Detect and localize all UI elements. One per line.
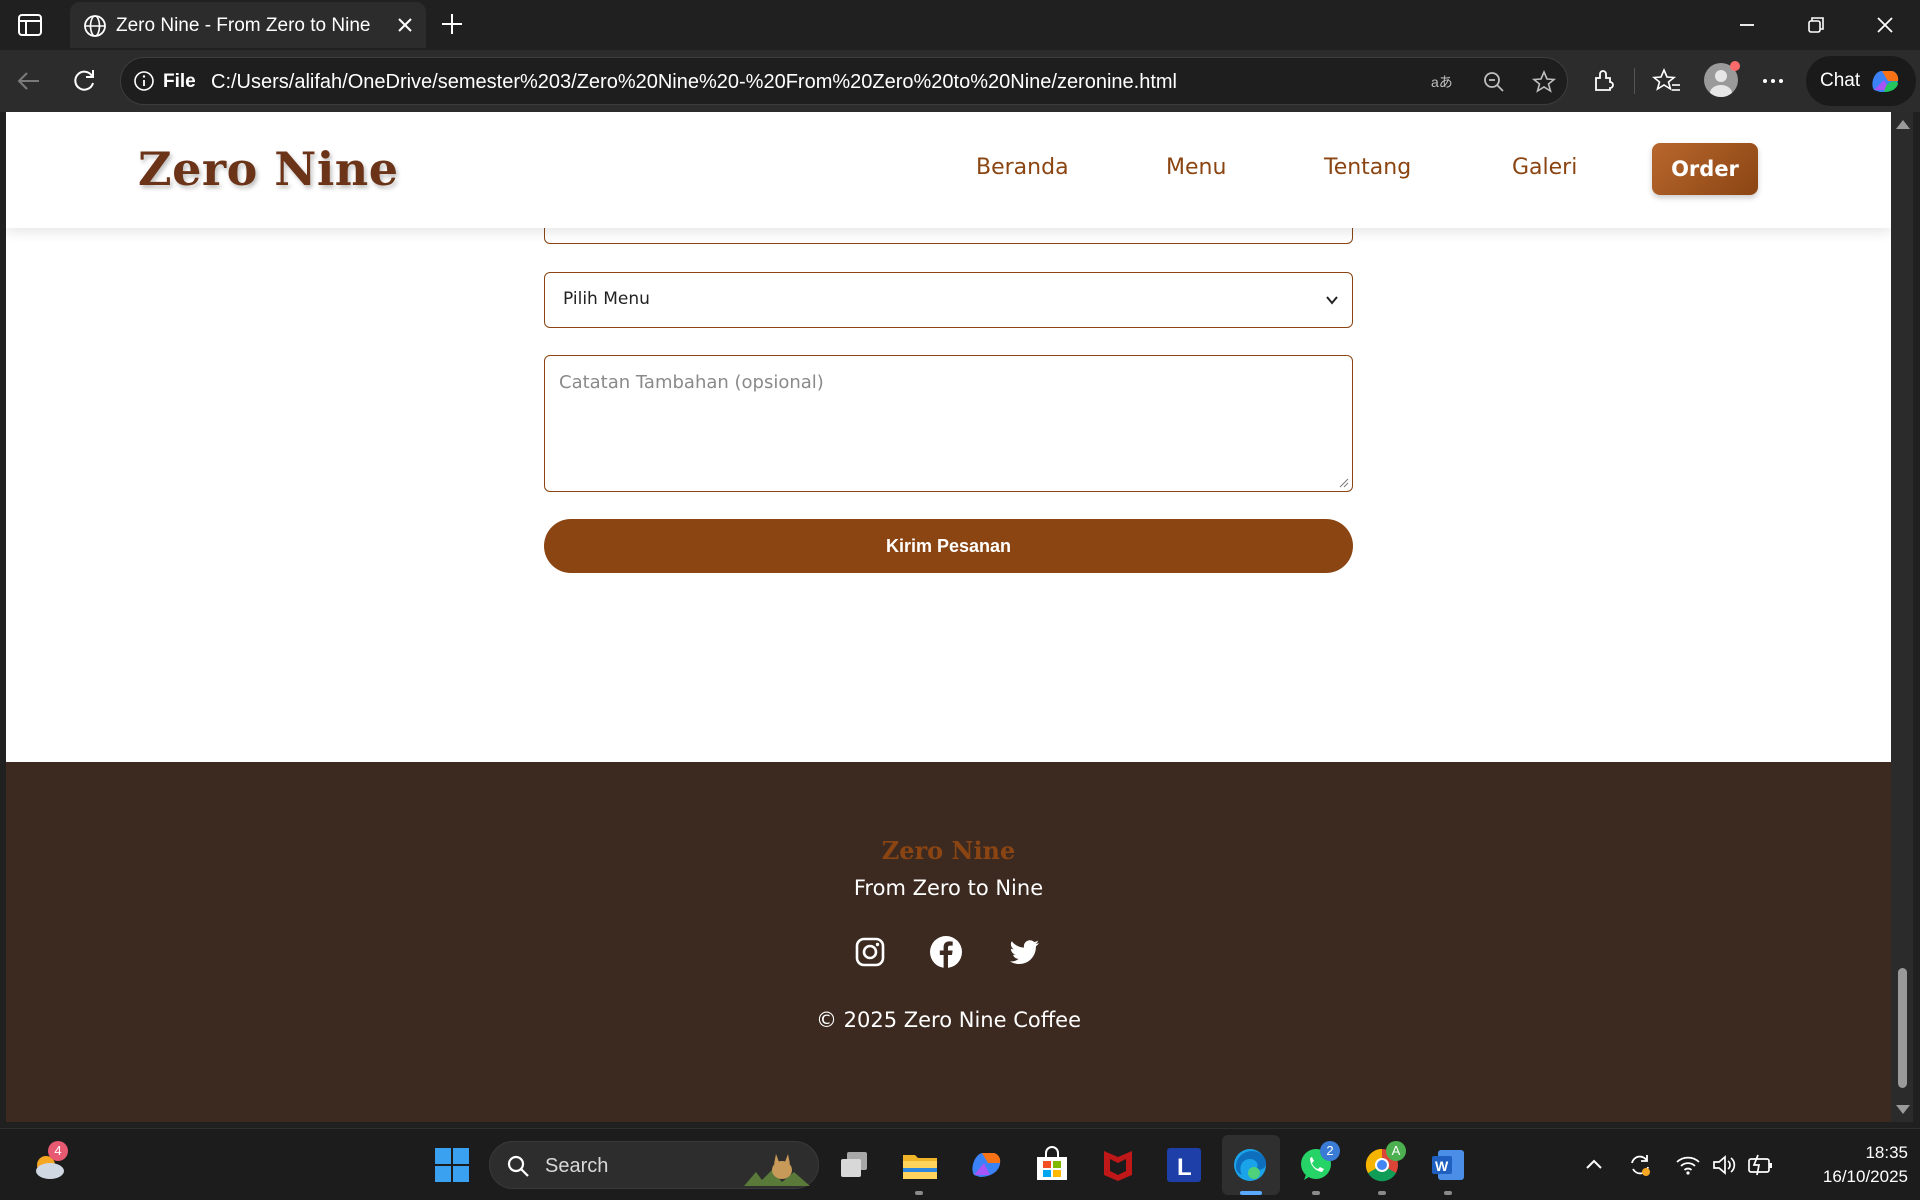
- chrome-running-indicator: [1378, 1191, 1386, 1195]
- file-explorer-icon[interactable]: [900, 1145, 940, 1185]
- footer-tagline: From Zero to Nine: [853, 876, 1044, 900]
- facebook-icon[interactable]: [928, 934, 964, 970]
- word-icon[interactable]: W: [1428, 1145, 1468, 1185]
- edge-browser-icon[interactable]: [1230, 1145, 1270, 1185]
- task-view-icon[interactable]: [834, 1145, 874, 1185]
- site-header: Zero Nine Beranda Menu Tentang Galeri Or…: [6, 112, 1891, 228]
- browser-tab-bar: Zero Nine - From Zero to Nine: [0, 0, 1920, 50]
- profile-notification-dot: [1730, 61, 1740, 71]
- windows-taskbar: 4 Search L 2 A W 18:35 16/10/2025: [0, 1128, 1920, 1200]
- copilot-app-icon[interactable]: [966, 1145, 1006, 1185]
- wifi-icon[interactable]: [1674, 1151, 1702, 1179]
- favorite-star-icon[interactable]: [1531, 69, 1557, 95]
- footer-copyright: © 2025 Zero Nine Coffee: [815, 1008, 1082, 1032]
- extensions-icon[interactable]: [1590, 66, 1620, 96]
- volume-icon[interactable]: [1710, 1151, 1738, 1179]
- address-scheme-label: File: [163, 71, 196, 92]
- page-scrollbar[interactable]: [1891, 112, 1913, 1122]
- more-options-icon[interactable]: [1758, 66, 1788, 96]
- scrollbar-thumb[interactable]: [1898, 968, 1907, 1088]
- refresh-icon[interactable]: [69, 66, 99, 96]
- zoom-out-icon[interactable]: [1481, 69, 1507, 95]
- minimize-icon[interactable]: [1734, 12, 1760, 38]
- browser-toolbar: File C:/Users/alifah/OneDrive/semester%2…: [0, 50, 1920, 112]
- new-tab-icon[interactable]: [440, 12, 464, 36]
- copilot-chat-button[interactable]: Chat: [1806, 56, 1916, 106]
- show-hidden-icons-chevron-icon[interactable]: [1580, 1151, 1608, 1179]
- nav-link-beranda[interactable]: Beranda: [976, 155, 1069, 180]
- browser-tab-active[interactable]: Zero Nine - From Zero to Nine: [70, 2, 426, 48]
- site-footer: Zero Nine From Zero to Nine © 2025 Zero …: [6, 762, 1891, 1122]
- address-bar[interactable]: File C:/Users/alifah/OneDrive/semester%2…: [120, 57, 1568, 105]
- taskbar-clock[interactable]: 18:35 16/10/2025: [1778, 1141, 1908, 1189]
- chevron-down-icon: [1326, 296, 1338, 305]
- footer-brand: Zero Nine: [881, 836, 1016, 865]
- page-viewport: Pilih Menu Catatan Tambahan (opsional) K…: [6, 112, 1891, 1122]
- resize-grip-icon[interactable]: [1337, 476, 1349, 488]
- word-running-indicator: [1444, 1191, 1452, 1195]
- instagram-icon[interactable]: [852, 934, 888, 970]
- restore-icon[interactable]: [1803, 12, 1829, 38]
- weather-badge: 4: [48, 1141, 68, 1161]
- tab-title: Zero Nine - From Zero to Nine: [116, 15, 371, 36]
- chat-label: Chat: [1820, 70, 1861, 91]
- battery-charging-icon[interactable]: [1746, 1151, 1774, 1179]
- info-icon[interactable]: [133, 70, 155, 92]
- nav-link-tentang[interactable]: Tentang: [1324, 155, 1411, 180]
- taskbar-search-box[interactable]: Search: [489, 1141, 819, 1189]
- tab-actions-icon[interactable]: [16, 12, 44, 38]
- scroll-up-arrow-icon[interactable]: [1896, 120, 1910, 129]
- nav-link-menu[interactable]: Menu: [1166, 155, 1226, 180]
- tab-close-icon[interactable]: [394, 14, 416, 36]
- mcafee-icon[interactable]: [1098, 1145, 1138, 1185]
- whatsapp-badge: 2: [1320, 1141, 1340, 1161]
- windows-start-icon[interactable]: [432, 1145, 472, 1185]
- notes-placeholder: Catatan Tambahan (opsional): [559, 372, 824, 393]
- svg-text:L: L: [1177, 1154, 1192, 1181]
- close-window-icon[interactable]: [1872, 12, 1898, 38]
- microsoft-store-icon[interactable]: [1032, 1145, 1072, 1185]
- explorer-running-indicator: [915, 1191, 923, 1195]
- chrome-profile-badge: A: [1386, 1141, 1406, 1161]
- l-app-icon[interactable]: L: [1164, 1145, 1204, 1185]
- copilot-icon: [1872, 71, 1899, 92]
- notes-textarea[interactable]: Catatan Tambahan (opsional): [544, 355, 1353, 492]
- scroll-down-arrow-icon[interactable]: [1896, 1105, 1910, 1114]
- read-aloud-icon[interactable]: aあ: [1429, 69, 1455, 95]
- toolbar-divider: [1634, 68, 1635, 94]
- window-edge: [1913, 112, 1920, 1122]
- svg-text:aあ: aあ: [1431, 74, 1453, 90]
- whatsapp-running-indicator: [1312, 1191, 1320, 1195]
- back-arrow-icon[interactable]: [14, 66, 44, 96]
- search-icon: [507, 1155, 529, 1177]
- clock-time: 18:35: [1865, 1143, 1908, 1162]
- submit-order-button[interactable]: Kirim Pesanan: [544, 519, 1353, 573]
- order-button[interactable]: Order: [1652, 143, 1758, 195]
- address-url[interactable]: C:/Users/alifah/OneDrive/semester%203/Ze…: [211, 71, 1177, 94]
- clock-date: 16/10/2025: [1822, 1167, 1908, 1186]
- menu-select-value: Pilih Menu: [563, 289, 650, 309]
- search-highlight-lynx-icon: [744, 1154, 810, 1186]
- menu-select[interactable]: Pilih Menu: [544, 272, 1353, 328]
- site-logo[interactable]: Zero Nine: [138, 142, 399, 196]
- svg-text:W: W: [1435, 1158, 1449, 1174]
- edge-active-indicator: [1240, 1191, 1262, 1195]
- sync-icon[interactable]: [1626, 1151, 1654, 1179]
- globe-icon: [84, 15, 106, 37]
- search-label: Search: [545, 1155, 609, 1177]
- favorites-icon[interactable]: [1652, 66, 1682, 96]
- nav-link-galeri[interactable]: Galeri: [1512, 155, 1577, 180]
- twitter-icon[interactable]: [1006, 934, 1042, 970]
